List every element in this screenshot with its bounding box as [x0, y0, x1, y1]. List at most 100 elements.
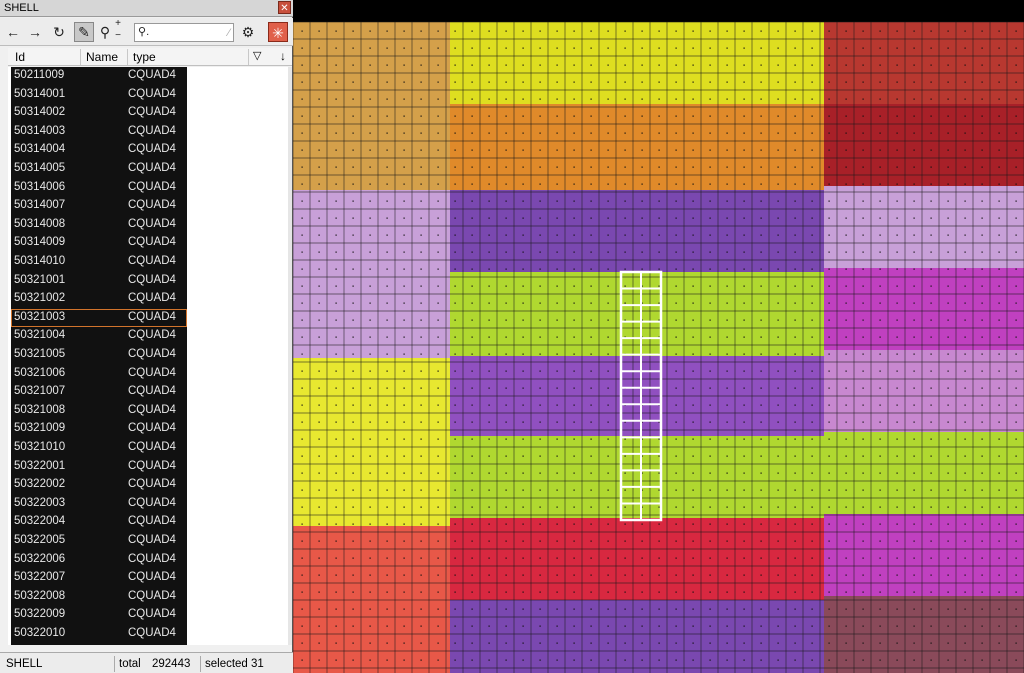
table-row[interactable]: 50322002 CQUAD4 [11, 476, 187, 495]
row-type: CQUAD4 [128, 348, 176, 360]
row-type: CQUAD4 [128, 310, 176, 323]
row-type: CQUAD4 [128, 515, 176, 528]
search-input[interactable]: ⚲. ⁄ [134, 23, 234, 42]
row-id: 50314009 [14, 236, 66, 249]
vertical-scrollbar[interactable] [288, 67, 292, 645]
mesh-region [450, 436, 824, 518]
row-id: 50321010 [14, 441, 66, 453]
row-id: 50321003 [14, 310, 66, 323]
row-type: CQUAD4 [128, 459, 176, 472]
table-row[interactable]: 50321002 CQUAD4 [11, 290, 187, 309]
row-id: 50321008 [14, 403, 66, 416]
table-row[interactable]: 50322005 CQUAD4 [11, 532, 187, 551]
table-row[interactable]: 50322006 CQUAD4 [11, 551, 187, 570]
clear-selection-icon[interactable]: ✳ [268, 22, 288, 42]
row-id: 50322005 [14, 534, 66, 546]
row-id: 50322006 [14, 552, 66, 565]
row-id: 50314010 [14, 255, 66, 267]
row-type: CQUAD4 [128, 217, 176, 230]
mesh-canvas[interactable] [293, 0, 1024, 673]
table-row[interactable]: 50314009 CQUAD4 [11, 234, 187, 253]
row-type: CQUAD4 [128, 143, 176, 156]
table-row[interactable]: 50322010 CQUAD4 [11, 625, 187, 644]
row-type: CQUAD4 [128, 180, 176, 193]
table-row[interactable]: 50314002 CQUAD4 [11, 104, 187, 123]
row-id: 50211009 [14, 69, 65, 81]
refresh-icon[interactable]: ↻ [49, 22, 69, 42]
table-row[interactable]: 50321010 CQUAD4 [11, 439, 187, 458]
table-row[interactable]: 50322003 CQUAD4 [11, 495, 187, 514]
status-total-value: 292443 [152, 658, 191, 670]
row-id: 50321006 [14, 366, 66, 379]
column-header-name[interactable]: Name [82, 49, 128, 65]
row-id: 50321005 [14, 348, 66, 360]
table-row[interactable]: 50314006 CQUAD4 [11, 179, 187, 198]
back-arrow-icon[interactable]: ← [3, 22, 23, 42]
table-row[interactable]: 50322008 CQUAD4 [11, 588, 187, 607]
mesh-region [293, 358, 450, 526]
row-type: CQUAD4 [128, 236, 176, 249]
row-id: 50314001 [14, 87, 66, 100]
table-row[interactable]: 50321001 CQUAD4 [11, 272, 187, 291]
mesh-region [293, 190, 450, 358]
table-row[interactable]: 50322004 CQUAD4 [11, 513, 187, 532]
table-row[interactable]: 50321009 CQUAD4 [11, 420, 187, 439]
mesh-region [450, 22, 824, 104]
table-row[interactable]: 50321007 CQUAD4 [11, 383, 187, 402]
table-row[interactable]: 50314008 CQUAD4 [11, 216, 187, 235]
row-type: CQUAD4 [128, 199, 176, 212]
panel-title: SHELL [4, 2, 39, 14]
row-type: CQUAD4 [128, 124, 176, 137]
table-row[interactable]: 50322001 CQUAD4 [11, 458, 187, 477]
row-id: 50322009 [14, 608, 66, 621]
table-row[interactable]: 50211009 CQUAD4 [11, 67, 187, 86]
row-id: 50314003 [14, 124, 66, 137]
row-type: CQUAD4 [128, 627, 176, 639]
gear-icon[interactable]: ⚙ [238, 22, 258, 42]
filter-icon[interactable]: ▽ [253, 49, 261, 62]
row-type: CQUAD4 [128, 273, 176, 286]
row-id: 50314004 [14, 143, 66, 156]
table-row[interactable]: 50314007 CQUAD4 [11, 197, 187, 216]
row-type: CQUAD4 [128, 608, 176, 621]
status-bar: SHELL total 292443 selected 31 [0, 652, 293, 673]
pick-pencil-icon[interactable]: ✎ [74, 22, 94, 42]
table-row[interactable]: 50321005 CQUAD4 [11, 346, 187, 365]
row-id: 50321002 [14, 292, 66, 305]
table-body: 50211009 CQUAD4 50314001 CQUAD4 50314002 CQUA… [8, 67, 292, 645]
plus-icon[interactable]: + [113, 18, 123, 30]
table-row[interactable]: 50322007 CQUAD4 [11, 569, 187, 588]
column-header-type[interactable]: type [129, 49, 249, 65]
close-icon[interactable]: ✕ [278, 1, 291, 14]
table-row[interactable]: 50314001 CQUAD4 [11, 86, 187, 105]
panel-toolbar: ← → ↻ ✎ ⚲ + − ⚲. ⁄ ⚙ ✳ [0, 18, 293, 46]
table-row[interactable]: 50321004 CQUAD4 [11, 327, 187, 346]
minus-icon[interactable]: − [113, 30, 123, 42]
row-id: 50322007 [14, 571, 66, 584]
table-row[interactable]: 50321006 CQUAD4 [11, 365, 187, 384]
mesh-viewport[interactable] [293, 0, 1024, 673]
mesh-region [293, 22, 450, 190]
table-row[interactable]: 50314003 CQUAD4 [11, 123, 187, 142]
search-clear-icon[interactable]: ⁄ [228, 25, 230, 42]
row-id: 50322001 [14, 459, 66, 472]
column-header-id[interactable]: Id [11, 49, 81, 65]
table-row[interactable]: 50314005 CQUAD4 [11, 160, 187, 179]
row-type: CQUAD4 [128, 589, 176, 602]
zoom-icon[interactable]: ⚲ [95, 22, 115, 42]
sort-down-icon[interactable]: ↓ [280, 49, 286, 63]
forward-arrow-icon[interactable]: → [25, 22, 45, 42]
row-id: 50321009 [14, 422, 66, 435]
row-type: CQUAD4 [128, 422, 176, 435]
row-id: 50321004 [14, 329, 66, 342]
row-type: CQUAD4 [128, 496, 176, 509]
table-row[interactable]: 50322009 CQUAD4 [11, 606, 187, 625]
table-row[interactable]: 50321008 CQUAD4 [11, 402, 187, 421]
row-type: CQUAD4 [128, 571, 176, 584]
table-row[interactable]: 50314010 CQUAD4 [11, 253, 187, 272]
table-row[interactable]: 50314004 CQUAD4 [11, 141, 187, 160]
table-row[interactable]: 50321003 CQUAD4 [11, 308, 187, 328]
row-id: 50322002 [14, 478, 66, 491]
panel-titlebar[interactable]: SHELL ✕ [0, 0, 293, 17]
row-type: CQUAD4 [128, 478, 176, 491]
